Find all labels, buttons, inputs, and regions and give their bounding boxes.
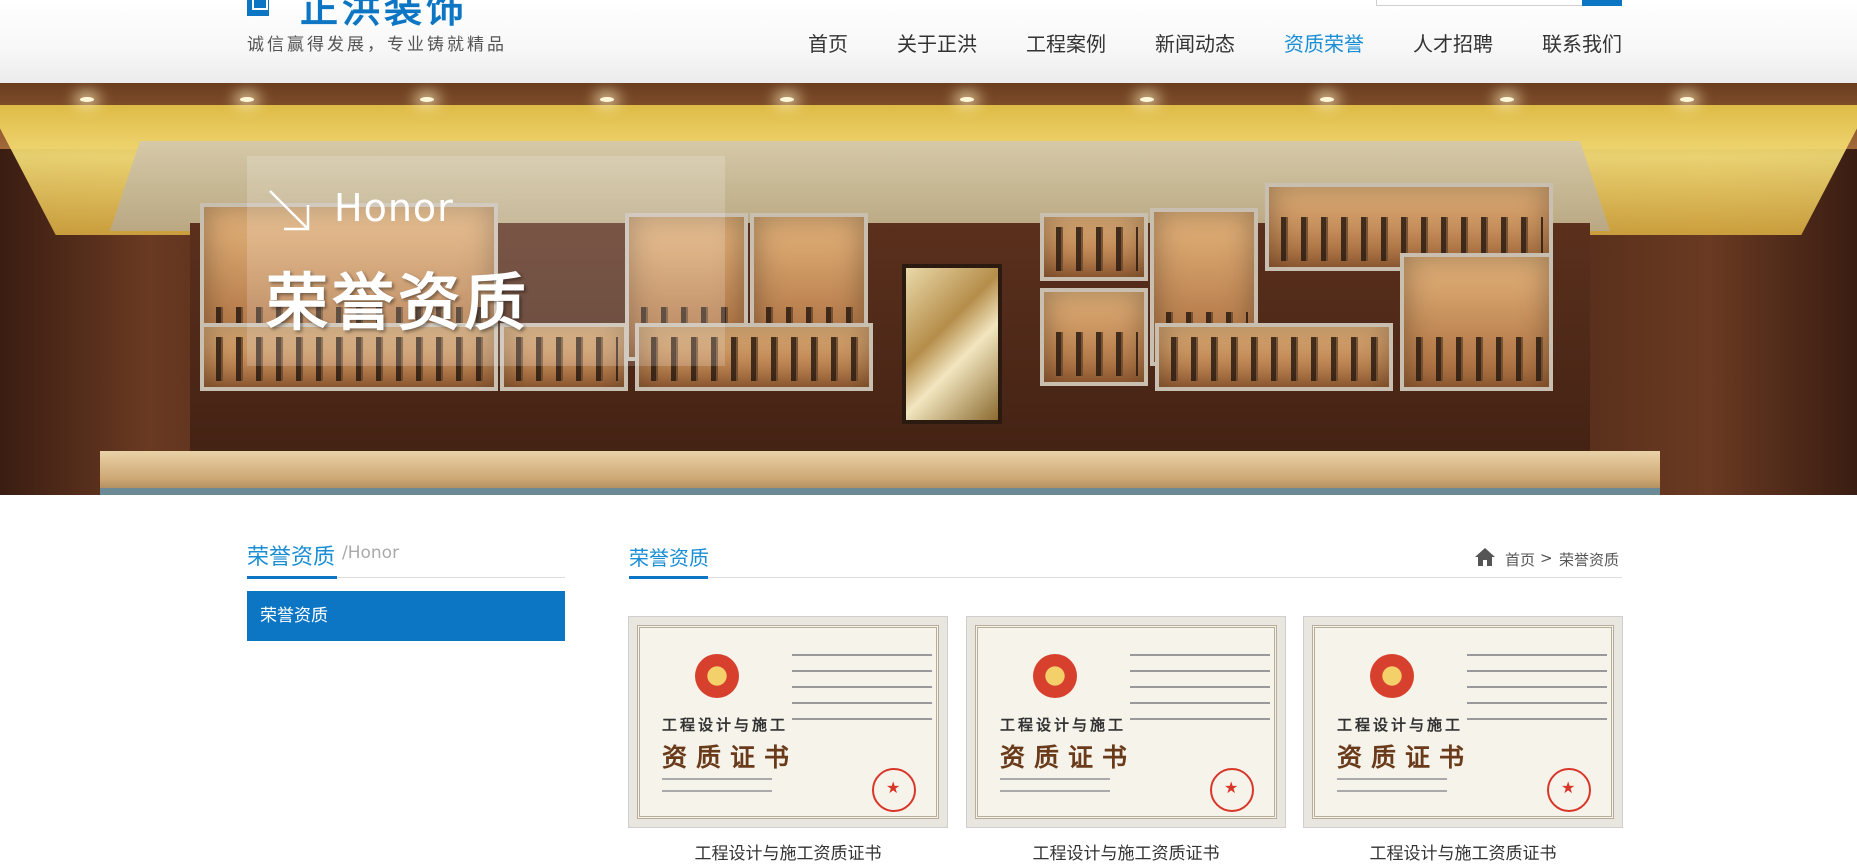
certificate-text-line bbox=[1467, 670, 1607, 672]
certificate-image[interactable]: 工程设计与施工 资质证书 bbox=[966, 616, 1286, 828]
certificate-text-line bbox=[1467, 654, 1607, 656]
national-emblem-icon bbox=[695, 654, 739, 698]
spotlight bbox=[960, 97, 974, 102]
spotlight bbox=[240, 97, 254, 102]
certificate-title: 资质证书 bbox=[662, 743, 799, 772]
certificate-heading: 工程设计与施工 bbox=[1337, 716, 1464, 734]
nav-item-cases[interactable]: 工程案例 bbox=[1026, 28, 1106, 57]
wine-shelf bbox=[1040, 288, 1148, 386]
national-emblem-icon bbox=[1370, 654, 1414, 698]
spotlight bbox=[1320, 97, 1334, 102]
certificate-text-line bbox=[1337, 778, 1447, 780]
abstract-painting bbox=[902, 264, 1002, 424]
certificate-text-line bbox=[1467, 686, 1607, 688]
section-divider-accent bbox=[629, 576, 708, 579]
logo-icon[interactable] bbox=[247, 0, 269, 16]
wine-shelf bbox=[1155, 323, 1393, 391]
certificate-text-line bbox=[662, 790, 772, 792]
nav-item-careers[interactable]: 人才招聘 bbox=[1413, 28, 1493, 57]
certificate-text-line bbox=[1337, 790, 1447, 792]
certificate-text-line bbox=[662, 778, 772, 780]
slogan: 诚信赢得发展，专业铸就精品 bbox=[247, 35, 507, 55]
bar-counter-base bbox=[100, 488, 1660, 495]
arrow-down-right-icon bbox=[269, 190, 310, 231]
certificate-frame: 工程设计与施工 资质证书 bbox=[1312, 625, 1614, 819]
sidebar-title: 荣誉资质 bbox=[247, 545, 336, 570]
red-seal-icon bbox=[1547, 768, 1591, 812]
logo-name[interactable]: 正洪装饰 bbox=[300, 0, 468, 33]
certificate-text-line bbox=[1467, 718, 1607, 720]
certificate-text-line bbox=[1467, 702, 1607, 704]
sidebar-item-honors[interactable]: 荣誉资质 bbox=[247, 591, 565, 641]
search-button[interactable] bbox=[1582, 0, 1622, 6]
certificate-image[interactable]: 工程设计与施工 资质证书 bbox=[1303, 616, 1623, 828]
certificate-text-line bbox=[1000, 778, 1110, 780]
red-seal-icon bbox=[872, 768, 916, 812]
certificate-heading: 工程设计与施工 bbox=[662, 716, 789, 734]
spotlight bbox=[420, 97, 434, 102]
section-title: 荣誉资质 bbox=[629, 546, 709, 570]
banner-title-en: Honor bbox=[334, 186, 454, 230]
certificate-title: 资质证书 bbox=[1337, 743, 1474, 772]
certificate-text-line bbox=[792, 702, 932, 704]
national-emblem-icon bbox=[1033, 654, 1077, 698]
certificate-text-line bbox=[792, 686, 932, 688]
certificate-text-line bbox=[1000, 790, 1110, 792]
spotlight bbox=[1140, 97, 1154, 102]
wine-shelf bbox=[1400, 253, 1553, 391]
certificate-title: 资质证书 bbox=[1000, 743, 1137, 772]
section-divider bbox=[629, 577, 1622, 578]
wine-shelf bbox=[1040, 213, 1148, 281]
certificate-image[interactable]: 工程设计与施工 资质证书 bbox=[628, 616, 948, 828]
certificate-frame: 工程设计与施工 资质证书 bbox=[975, 625, 1277, 819]
spotlight bbox=[1500, 97, 1514, 102]
spotlight bbox=[1680, 97, 1694, 102]
nav-item-about[interactable]: 关于正洪 bbox=[897, 28, 977, 57]
search-input[interactable] bbox=[1376, 0, 1584, 6]
red-seal-icon bbox=[1210, 768, 1254, 812]
breadcrumb-separator: > bbox=[1540, 549, 1553, 567]
certificate-frame: 工程设计与施工 资质证书 bbox=[637, 625, 939, 819]
home-icon[interactable] bbox=[1474, 547, 1496, 567]
nav-item-honors[interactable]: 资质荣誉 bbox=[1284, 28, 1364, 57]
nav-item-home[interactable]: 首页 bbox=[808, 28, 848, 57]
certificate-text-line bbox=[792, 670, 932, 672]
nav-item-contact[interactable]: 联系我们 bbox=[1542, 28, 1622, 57]
banner-title-cn: 荣誉资质 bbox=[266, 266, 531, 339]
certificate-text-line bbox=[1130, 718, 1270, 720]
certificate-heading: 工程设计与施工 bbox=[1000, 716, 1127, 734]
certificate-caption[interactable]: 工程设计与施工资质证书 bbox=[966, 839, 1286, 864]
site-header: 正洪装饰 诚信赢得发展，专业铸就精品 首页 关于正洪 工程案例 新闻动态 资质荣… bbox=[0, 0, 1857, 84]
spotlight bbox=[780, 97, 794, 102]
sidebar-divider-accent bbox=[247, 576, 337, 579]
breadcrumb-home[interactable]: 首页 bbox=[1505, 549, 1535, 570]
sidebar-subtitle: /Honor bbox=[342, 543, 400, 563]
certificate-text-line bbox=[792, 718, 932, 720]
certificate-text-line bbox=[1130, 670, 1270, 672]
certificate-caption[interactable]: 工程设计与施工资质证书 bbox=[628, 839, 948, 864]
nav-item-news[interactable]: 新闻动态 bbox=[1155, 28, 1235, 57]
certificate-text-line bbox=[792, 654, 932, 656]
certificate-text-line bbox=[1130, 654, 1270, 656]
certificate-caption[interactable]: 工程设计与施工资质证书 bbox=[1303, 839, 1623, 864]
breadcrumb-current: 荣誉资质 bbox=[1559, 551, 1620, 569]
certificate-text-line bbox=[1130, 702, 1270, 704]
spotlight bbox=[80, 97, 94, 102]
certificate-text-line bbox=[1130, 686, 1270, 688]
spotlight bbox=[600, 97, 614, 102]
